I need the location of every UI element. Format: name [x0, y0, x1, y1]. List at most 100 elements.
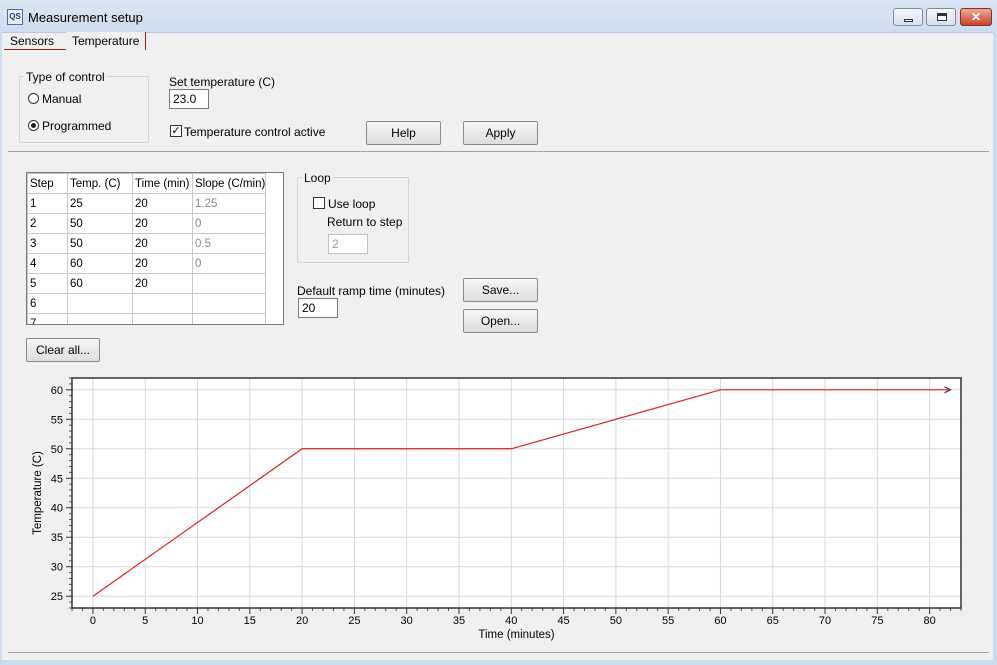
table-cell[interactable]	[191, 273, 267, 294]
table-cell[interactable]	[132, 293, 193, 314]
default-ramp-label: Default ramp time (minutes)	[297, 284, 446, 298]
manual-label[interactable]: Manual	[42, 92, 81, 106]
table-cell[interactable]: 50	[67, 233, 133, 254]
table-row[interactable]: 5 60 20	[27, 273, 267, 294]
step-number-cell: 1	[27, 193, 68, 214]
table-cell[interactable]: 0	[191, 213, 267, 234]
x-tick-label: 25	[348, 615, 360, 627]
table-row[interactable]: 6	[27, 293, 267, 314]
table-cell[interactable]	[191, 293, 267, 314]
y-tick-label: 25	[51, 591, 63, 603]
x-tick-label: 70	[819, 615, 831, 627]
maximize-icon	[937, 13, 947, 21]
table-cell[interactable]	[132, 313, 193, 324]
y-axis-label: Temperature (C)	[32, 451, 44, 535]
table-row[interactable]: 7	[27, 313, 267, 324]
chart-svg: 0 5 10 15 20 25 30 35 40 45 50 55 60 65 70 75 80 25 30 35 40…	[32, 377, 962, 641]
x-tick-label: 5	[142, 615, 148, 627]
plot-area	[72, 378, 961, 608]
y-tick-label: 40	[51, 503, 63, 515]
window-frame-left	[0, 32, 2, 665]
clear-all-button[interactable]: Clear all...	[26, 338, 100, 362]
programmed-radio[interactable]	[28, 120, 39, 131]
step-number-cell: 5	[27, 273, 68, 294]
return-to-step-input: 2	[328, 234, 368, 254]
table-header-cell: Time (min)	[132, 173, 193, 194]
open-button[interactable]: Open...	[463, 309, 538, 333]
title-bar: QS Measurement setup ✕	[0, 0, 997, 33]
table-cell[interactable]: 0.5	[191, 233, 267, 254]
set-temperature-label: Set temperature (C)	[169, 75, 276, 89]
set-temperature-input[interactable]: 23.0	[169, 89, 209, 109]
table-cell[interactable]	[67, 313, 133, 324]
table-row[interactable]: 3 50 20 0.5	[27, 233, 267, 254]
step-number-cell: 2	[27, 213, 68, 234]
table-cell[interactable]: 1.25	[191, 193, 267, 214]
maximize-button[interactable]	[926, 8, 956, 26]
table-cell[interactable]: 20	[132, 213, 193, 234]
step-number-cell: 3	[27, 233, 68, 254]
save-button[interactable]: Save...	[463, 278, 538, 302]
y-tick-label: 60	[51, 385, 63, 397]
x-tick-label: 80	[923, 615, 935, 627]
help-button[interactable]: Help	[366, 121, 441, 145]
x-tick-label: 75	[871, 615, 883, 627]
table-cell[interactable]: 0	[191, 253, 267, 274]
close-icon: ✕	[970, 10, 982, 24]
table-cell[interactable]: 50	[67, 213, 133, 234]
table-header-cell: Slope (C/min)	[191, 173, 267, 194]
table-cell[interactable]	[191, 313, 267, 324]
temperature-control-label[interactable]: Temperature control active	[184, 125, 325, 139]
table-row[interactable]: 1 25 20 1.25	[27, 193, 267, 214]
table-row[interactable]: 4 60 20 0	[27, 253, 267, 274]
table-cell[interactable]: 25	[67, 193, 133, 214]
window-frame-bottom	[0, 660, 997, 665]
programmed-label[interactable]: Programmed	[42, 119, 111, 133]
manual-radio[interactable]	[28, 93, 39, 104]
y-tick-label: 55	[51, 414, 63, 426]
x-tick-label: 10	[191, 615, 203, 627]
apply-button[interactable]: Apply	[463, 121, 538, 145]
use-loop-label[interactable]: Use loop	[328, 197, 375, 211]
return-to-step-label: Return to step	[327, 215, 403, 229]
table-cell[interactable]: 60	[67, 253, 133, 274]
table-cell[interactable]: 20	[132, 193, 193, 214]
x-tick-label: 45	[557, 615, 569, 627]
table-row[interactable]: 2 50 20 0	[27, 213, 267, 234]
checkmark-icon: ✓	[171, 125, 181, 137]
table-cell[interactable]: 60	[67, 273, 133, 294]
x-tick-label: 65	[767, 615, 779, 627]
x-tick-label: 15	[244, 615, 256, 627]
table-cell[interactable]	[67, 293, 133, 314]
program-table[interactable]: Step Temp. (C) Time (min) Slope (C/min) 1 25…	[26, 172, 284, 325]
table-header-cell: Step	[27, 173, 68, 194]
window-title: Measurement setup	[28, 10, 143, 25]
default-ramp-input[interactable]: 20	[298, 298, 338, 318]
temperature-control-checkbox[interactable]: ✓	[170, 125, 182, 137]
y-tick-label: 45	[51, 473, 63, 485]
x-tick-label: 35	[453, 615, 465, 627]
tab-temperature[interactable]: Temperature	[66, 32, 146, 50]
tab-sensors[interactable]: Sensors	[4, 32, 66, 50]
y-tick-label: 35	[51, 532, 63, 544]
x-tick-label: 50	[610, 615, 622, 627]
x-tick-label: 60	[714, 615, 726, 627]
table-cell[interactable]: 20	[132, 233, 193, 254]
x-tick-label: 0	[90, 615, 96, 627]
temperature-program-chart: 0 5 10 15 20 25 30 35 40 45 50 55 60 65 70 75 80 25 30 35 40…	[26, 372, 970, 644]
use-loop-checkbox[interactable]	[313, 197, 325, 209]
table-header-cell: Temp. (C)	[67, 173, 133, 194]
step-number-cell: 4	[27, 253, 68, 274]
x-tick-label: 30	[401, 615, 413, 627]
step-number-cell: 7	[27, 313, 68, 324]
table-cell[interactable]: 20	[132, 273, 193, 294]
y-tick-label: 50	[51, 444, 63, 456]
app-icon: QS	[7, 9, 23, 25]
step-number-cell: 6	[27, 293, 68, 314]
y-tick-label: 30	[51, 562, 63, 574]
x-axis-label: Time (minutes)	[478, 629, 554, 641]
close-button[interactable]: ✕	[960, 8, 992, 26]
section-divider	[8, 151, 989, 152]
table-cell[interactable]: 20	[132, 253, 193, 274]
minimize-button[interactable]	[893, 8, 923, 26]
